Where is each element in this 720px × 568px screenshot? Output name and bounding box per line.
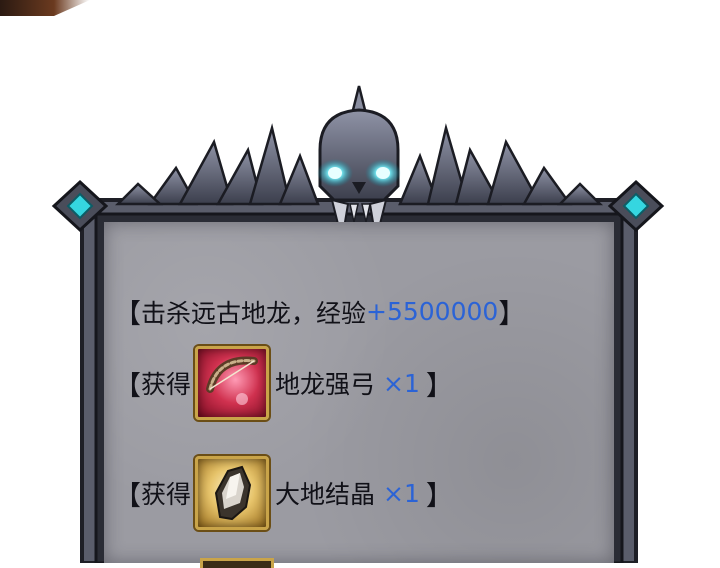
bracket-close: 】 [498, 299, 526, 330]
bracket-open: 【 [114, 480, 141, 512]
item-name: 地龙强弓 [275, 370, 376, 399]
kill-exp-message: 【 击杀远古地龙，经验 +5500000 】 [114, 292, 525, 331]
item-slot[interactable] [195, 346, 270, 420]
bow-icon [206, 356, 259, 405]
crystal-icon [214, 465, 252, 521]
loot-message: 【 获得 大地结晶 ×1 】 [114, 456, 453, 530]
item-quantity: ×1 [383, 368, 420, 398]
item-name: 大地结晶 [275, 480, 376, 509]
kill-text: 击杀远古地龙，经验 [141, 298, 367, 328]
bracket-open: 【 [114, 370, 141, 402]
loot-prefix: 获得 [141, 370, 192, 399]
item-slot[interactable] [195, 456, 270, 530]
bracket-close: 】 [425, 370, 453, 402]
item-slot-partial [200, 558, 274, 568]
loot-prefix: 获得 [141, 480, 192, 509]
bracket-open: 【 [114, 299, 141, 330]
item-quantity: ×1 [383, 478, 420, 508]
message-panel: 【 击杀远古地龙，经验 +5500000 】 【 获得 地龙强弓 ×1 】 【 … [104, 222, 614, 568]
loot-message: 【 获得 地龙强弓 ×1 】 [114, 346, 453, 420]
bracket-close: 】 [425, 480, 453, 512]
exp-value: +5500000 [366, 297, 499, 326]
